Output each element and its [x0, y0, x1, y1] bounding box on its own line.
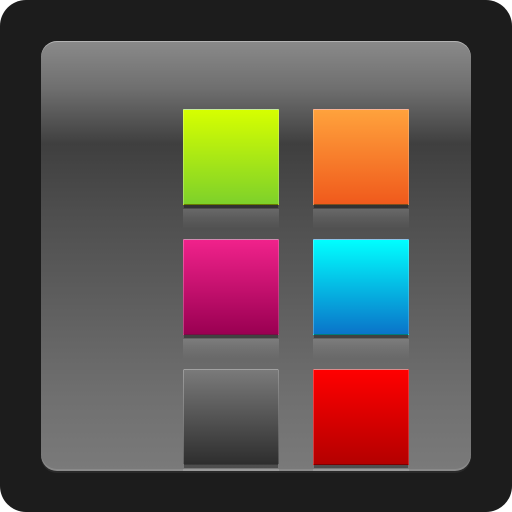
- tile-magenta: [183, 239, 279, 338]
- tile-reflection: [183, 339, 279, 359]
- tile-reflection: [313, 209, 409, 229]
- tile-orange: [313, 109, 409, 208]
- app-icon: [0, 0, 512, 512]
- tile-cyan: [313, 239, 409, 338]
- icon-panel: [41, 41, 471, 471]
- tile-reflection: [313, 469, 409, 471]
- tile-red: [313, 369, 409, 468]
- tile-reflection: [313, 339, 409, 359]
- tile-reflection: [183, 209, 279, 229]
- tile-dark: [183, 369, 279, 468]
- tile-reflection: [183, 469, 279, 471]
- tile-lime: [183, 109, 279, 208]
